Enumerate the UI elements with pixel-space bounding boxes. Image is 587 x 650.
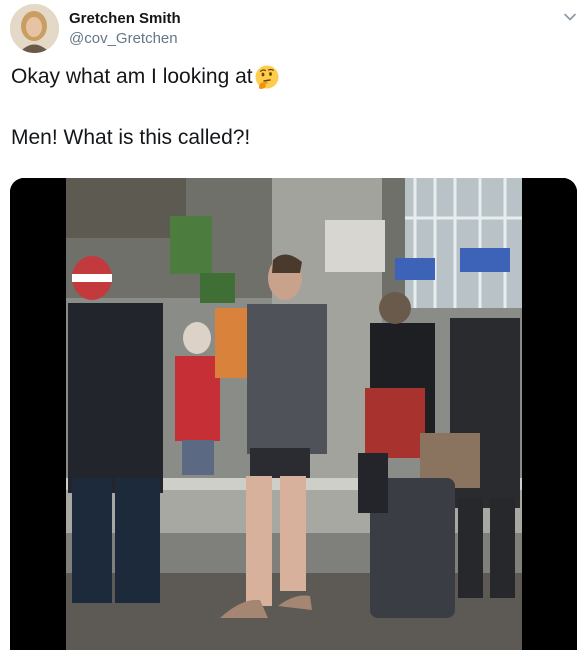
avatar-image xyxy=(10,4,59,53)
tweet-text-line-1: Okay what am I looking at xyxy=(11,64,280,90)
tweet-text: Okay what am I looking at xyxy=(11,65,253,88)
display-name[interactable]: Gretchen Smith xyxy=(69,9,181,28)
tweet-text-line-2: Men! What is this called?! xyxy=(11,126,251,149)
author-block[interactable]: Gretchen Smith @cov_Gretchen xyxy=(69,9,181,48)
video-media[interactable] xyxy=(10,178,577,650)
thinking-face-emoji-icon xyxy=(255,65,279,89)
avatar[interactable] xyxy=(10,4,59,53)
user-handle[interactable]: @cov_Gretchen xyxy=(69,29,181,48)
chevron-down-icon[interactable] xyxy=(563,10,577,24)
video-still-image xyxy=(10,178,577,650)
tweet: Gretchen Smith @cov_Gretchen Okay what a… xyxy=(0,0,587,650)
